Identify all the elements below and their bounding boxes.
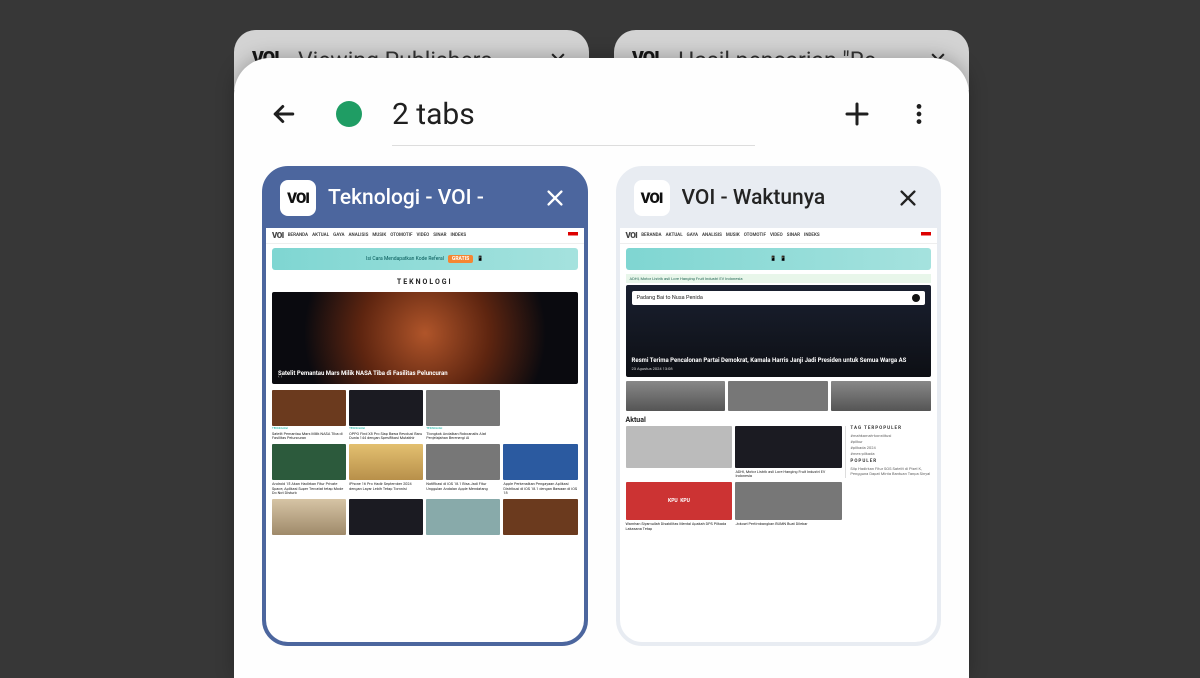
tab-switcher-sheet: 2 tabs VOI Teknologi - VOI - VOI BERANDA… (234, 58, 969, 678)
tab-count-label: 2 tabs (392, 97, 815, 132)
article-row: TEKNOLOGISatelit Pemantau Mars Milik NAS… (266, 388, 584, 442)
flag-icon (568, 232, 578, 239)
article-row (266, 497, 584, 537)
article-row (620, 381, 938, 414)
back-button[interactable] (264, 94, 304, 134)
sidebar-widget: TAG TERPOPULER #mahkamah-konstitusi #pil… (845, 426, 931, 478)
tab-card[interactable]: VOI VOI - Waktunya VOI BERANDAAKTUALGAYA… (616, 166, 942, 646)
tab-card-header: VOI Teknologi - VOI - (266, 170, 584, 228)
favicon-voi: VOI (634, 180, 670, 216)
hero-article: Satelit Pemantau Mars Milik NASA Tiba di… (272, 292, 578, 384)
promo-banner: Isi Cara Mendapatkan Kode Referal GRATIS… (272, 248, 578, 270)
close-tab-button[interactable] (540, 183, 570, 213)
mini-navbar: VOI BERANDAAKTUALGAYAANALISISMUSIKOTOMOT… (266, 228, 584, 244)
tab-card-header: VOI VOI - Waktunya (620, 170, 938, 228)
site-logo: VOI (626, 231, 638, 240)
article-row: KPU KPU Wamhan Siyamullah Disabilitas Me… (620, 480, 938, 532)
hero-overlay-badge: Padang Bai to Nusa Penida (632, 291, 926, 305)
more-menu-button[interactable] (899, 94, 939, 134)
tab-thumbnail: VOI BERANDAAKTUALGAYAANALISISMUSIKOTOMOT… (266, 228, 584, 642)
tab-switcher-toolbar: 2 tabs (258, 80, 945, 148)
article-row: Android 15 Akan Hadirkan Fitur Private S… (266, 442, 584, 497)
site-logo: VOI (272, 231, 284, 240)
section-title: TEKNOLOGI (266, 274, 584, 290)
aktual-section: ADHI, Motor Listrik asli Lore Hanging Fr… (620, 424, 938, 480)
tab-card-title: Teknologi - VOI - (328, 186, 528, 210)
hero-headline: Satelit Pemantau Mars Milik NASA Tiba di… (278, 371, 572, 378)
section-title: Aktual (620, 414, 938, 424)
group-indicator-dot[interactable] (336, 101, 362, 127)
new-tab-button[interactable] (837, 94, 877, 134)
promo-banner: 📱📱 (626, 248, 932, 270)
favicon-voi: VOI (280, 180, 316, 216)
arrow-circle-icon (912, 294, 920, 302)
news-ticker: ADHI, Motor Listrik asli Lore Hanging Fr… (626, 274, 932, 283)
hero-article: Padang Bai to Nusa Penida Resmi Terima P… (626, 285, 932, 377)
mini-navbar: VOI BERANDAAKTUALGAYAANALISISMUSIKOTOMOT… (620, 228, 938, 244)
tab-thumbnail: VOI BERANDAAKTUALGAYAANALISISMUSIKOTOMOT… (620, 228, 938, 642)
flag-icon (921, 232, 931, 239)
hero-headline: Resmi Terima Pencalonan Partai Demokrat,… (632, 358, 926, 371)
tab-card[interactable]: VOI Teknologi - VOI - VOI BERANDAAKTUALG… (262, 166, 588, 646)
close-tab-button[interactable] (893, 183, 923, 213)
tab-cards-grid: VOI Teknologi - VOI - VOI BERANDAAKTUALG… (258, 148, 945, 646)
tab-card-title: VOI - Waktunya (682, 186, 882, 210)
